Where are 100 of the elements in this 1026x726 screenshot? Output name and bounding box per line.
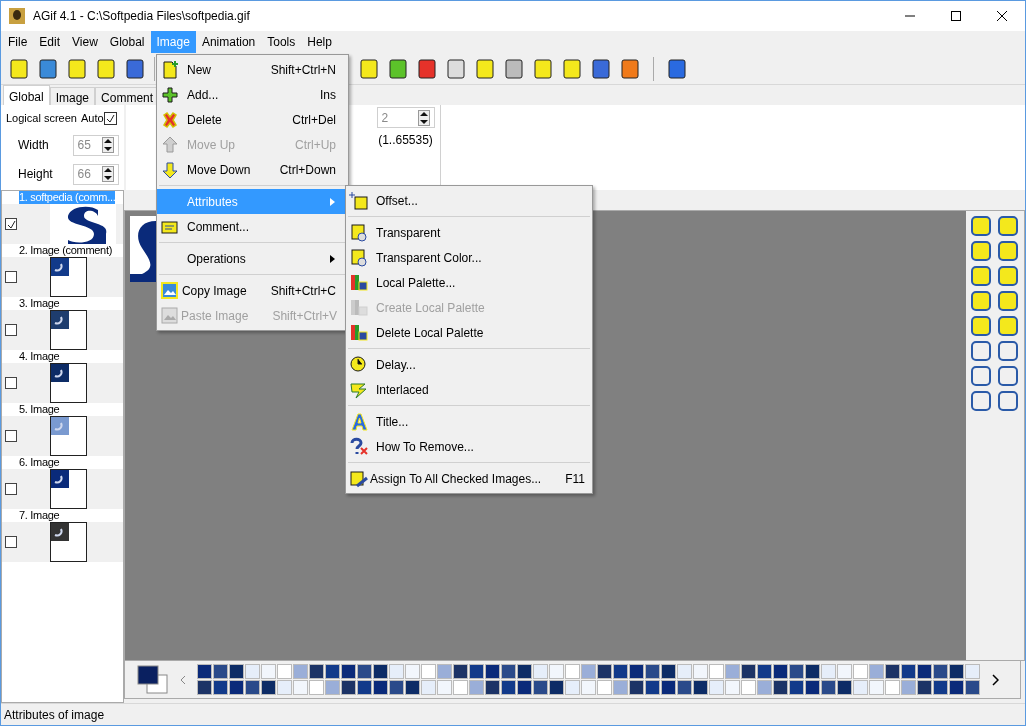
menu-title[interactable]: Edit: [33, 31, 67, 53]
letter-icon: [349, 411, 369, 432]
menu-label: Comment...: [187, 218, 250, 236]
spin-arrows-icon[interactable]: [102, 166, 114, 182]
toolbar-icon[interactable]: [7, 56, 31, 81]
menu-label: Copy Image: [181, 282, 247, 300]
submenu-item[interactable]: Delete Local Palette: [346, 320, 592, 345]
loop-spinner[interactable]: 2: [376, 107, 435, 128]
shortcut-text: Ctrl+Del: [292, 111, 336, 129]
scroll-left-icon[interactable]: [179, 674, 187, 685]
menu-item[interactable]: Delete Ctrl+Del: [157, 107, 348, 132]
width-spinner[interactable]: 65: [72, 134, 119, 156]
shortcut-text: Ins: [320, 86, 336, 104]
menu-label: Move Up: [187, 136, 237, 154]
toolbar-icon[interactable]: [357, 56, 381, 81]
frame-checkbox[interactable]: [5, 430, 17, 442]
auto-checkbox[interactable]: [104, 111, 117, 125]
submenu-item[interactable]: Delay...: [346, 352, 592, 377]
menu-item[interactable]: Move Down Ctrl+Down: [157, 157, 348, 182]
toolbar-icon[interactable]: [65, 56, 89, 81]
frame-label: 7. Image: [19, 509, 60, 522]
drawing-tool-icon[interactable]: [969, 389, 993, 413]
frame-label: 1. softpedia (comm...: [19, 191, 116, 204]
menu-label: New: [187, 61, 212, 79]
toolbar-icon[interactable]: [531, 56, 555, 81]
toolbar-icon[interactable]: [94, 56, 118, 81]
toolbar-icon[interactable]: [560, 56, 584, 81]
submenu-item[interactable]: Title...: [346, 409, 592, 434]
drawing-tool-icon[interactable]: [969, 289, 993, 313]
drawing-tool-icon[interactable]: [969, 264, 993, 288]
toolbar-icon[interactable]: [473, 56, 497, 81]
drawing-tool-icon[interactable]: [969, 364, 993, 388]
drawing-tool-icon[interactable]: [969, 314, 993, 338]
menu-item[interactable]: Comment...: [157, 214, 348, 239]
toolbar-icon[interactable]: [36, 56, 60, 81]
frame-checkbox[interactable]: [5, 324, 17, 336]
menu-label: Delete: [187, 111, 223, 129]
submenu-item[interactable]: Assign To All Checked Images... F11: [346, 466, 592, 491]
menu-title[interactable]: Tools: [261, 31, 302, 53]
spin-arrows-icon[interactable]: [417, 109, 430, 126]
drawing-tool-icon[interactable]: [995, 314, 1020, 338]
menu-label: Operations: [187, 250, 247, 268]
menu-title[interactable]: View: [66, 31, 104, 53]
submenu-arrow-icon: [330, 197, 336, 206]
drawing-tool-icon[interactable]: [969, 339, 993, 363]
drawing-tool-icon[interactable]: [969, 214, 993, 238]
toolbar-icon[interactable]: [123, 56, 147, 81]
menu-title[interactable]: File: [2, 31, 34, 53]
menu-item[interactable]: Add... Ins: [157, 82, 348, 107]
drawing-tool-icon[interactable]: [995, 214, 1020, 238]
submenu-item[interactable]: Interlaced: [346, 377, 592, 402]
toolbar-icon[interactable]: [502, 56, 526, 81]
drawing-tool-icon[interactable]: [995, 339, 1020, 363]
toolbar-icon[interactable]: [386, 56, 410, 81]
frame-checkbox[interactable]: [5, 218, 17, 230]
menu-label: Local Palette...: [376, 274, 457, 292]
submenu-item[interactable]: Transparent Color...: [346, 245, 592, 270]
color-swatch-icon[interactable]: [137, 664, 169, 695]
toolbar-icon[interactable]: [665, 56, 689, 81]
menu-item[interactable]: New Shift+Ctrl+N: [157, 57, 348, 82]
menu-title[interactable]: Help: [301, 31, 338, 53]
panel-tab[interactable]: Global: [3, 85, 50, 105]
frame-checkbox[interactable]: [5, 483, 17, 495]
down-arrow-icon: [160, 159, 180, 180]
menu-label: Transparent Color...: [376, 249, 483, 267]
page-icon: [349, 222, 369, 243]
menu-label: Move Down: [187, 161, 252, 179]
menu-title[interactable]: Animation: [195, 31, 262, 53]
maximize-icon: [951, 11, 961, 21]
submenu-item[interactable]: Transparent: [346, 220, 592, 245]
menu-item[interactable]: Copy Image Shift+Ctrl+C: [157, 278, 348, 303]
drawing-tool-icon[interactable]: [995, 264, 1020, 288]
frame-checkbox[interactable]: [5, 536, 17, 548]
frame-checkbox[interactable]: [5, 377, 17, 389]
drawing-tool-icon[interactable]: [995, 289, 1020, 313]
height-spinner[interactable]: 66: [72, 163, 119, 185]
submenu-item[interactable]: Local Palette...: [346, 270, 592, 295]
toolbar-icon[interactable]: [444, 56, 468, 81]
menu-title[interactable]: Global: [103, 31, 151, 53]
window-title: AGif 4.1 - C:\Softpedia Files\softpedia.gif: [33, 8, 251, 25]
submenu-item[interactable]: Offset...: [346, 188, 592, 213]
drawing-tool-icon[interactable]: [995, 364, 1020, 388]
toolbar-icon[interactable]: [589, 56, 613, 81]
shortcut-text: Shift+Ctrl+C: [270, 282, 336, 300]
menu-item[interactable]: Operations: [157, 246, 348, 271]
toolbar-icon[interactable]: [618, 56, 642, 81]
spin-arrows-icon[interactable]: [102, 137, 114, 153]
drawing-tool-icon[interactable]: [995, 389, 1020, 413]
drawing-tool-icon[interactable]: [995, 239, 1020, 263]
new-page-icon: [160, 59, 180, 80]
field-label: Width: [18, 137, 50, 154]
app-icon: [9, 8, 25, 24]
toolbar-icon[interactable]: [415, 56, 439, 81]
field-label: Height: [18, 166, 54, 183]
menu-label: Title...: [376, 413, 410, 431]
frame-checkbox[interactable]: [5, 271, 17, 283]
submenu-item[interactable]: How To Remove...: [346, 434, 592, 459]
scroll-right-icon[interactable]: [991, 673, 999, 686]
drawing-tool-icon[interactable]: [969, 239, 993, 263]
close-icon: [997, 11, 1007, 21]
